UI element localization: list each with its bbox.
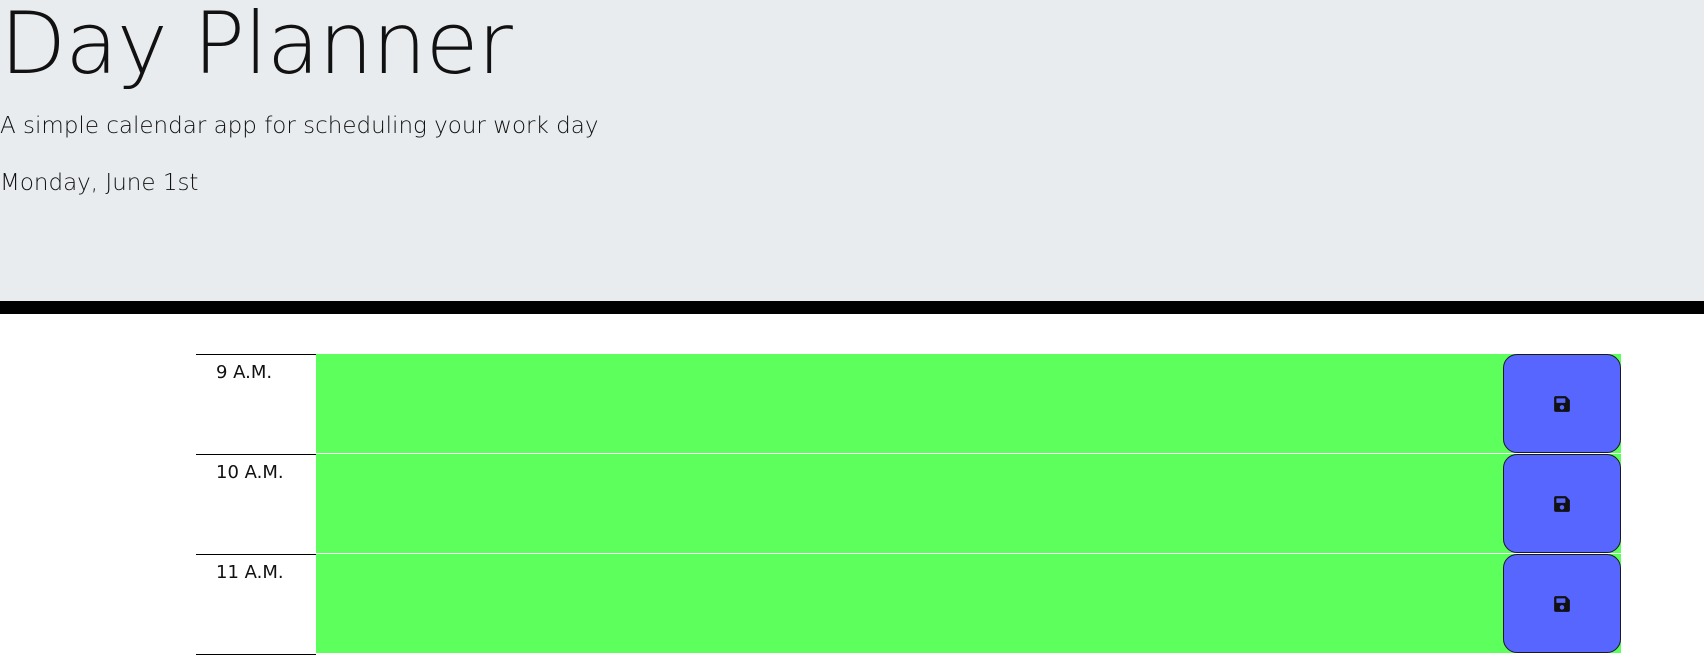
event-description-input[interactable] <box>316 354 1621 453</box>
time-block-11am: 11 A.M. <box>196 554 1621 653</box>
hour-label: 11 A.M. <box>196 554 316 653</box>
save-button[interactable] <box>1503 454 1621 553</box>
page-subtitle: A simple calendar app for scheduling you… <box>0 113 599 139</box>
current-day: Monday, June 1st <box>0 170 199 196</box>
save-icon <box>1553 395 1571 413</box>
page-title: Day Planner <box>0 0 513 94</box>
hour-label: 10 A.M. <box>196 454 316 553</box>
time-block-container: 9 A.M. 10 A.M. 11 A.M. <box>196 354 1621 655</box>
event-description-input[interactable] <box>316 554 1621 653</box>
event-description-input[interactable] <box>316 454 1621 553</box>
save-button[interactable] <box>1503 554 1621 653</box>
divider <box>196 654 316 655</box>
save-button[interactable] <box>1503 354 1621 453</box>
hour-label: 9 A.M. <box>196 354 316 453</box>
page-header: Day Planner A simple calendar app for sc… <box>0 0 1704 314</box>
time-block-10am: 10 A.M. <box>196 454 1621 553</box>
save-icon <box>1553 495 1571 513</box>
save-icon <box>1553 595 1571 613</box>
time-block-9am: 9 A.M. <box>196 354 1621 453</box>
